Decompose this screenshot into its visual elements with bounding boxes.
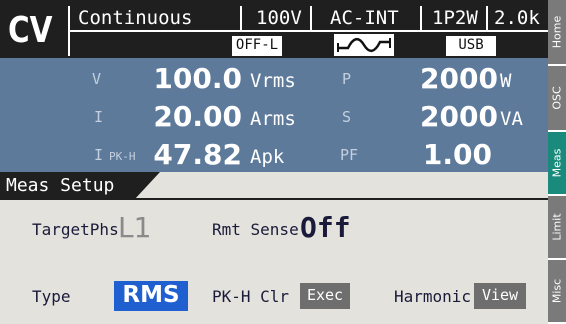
divider (68, 30, 548, 32)
interface-badge: USB (446, 36, 496, 56)
status-bar: CV Continuous 100V AC-INT 1P2W 2.0k OFF-… (0, 0, 548, 58)
unit-peak-current: Apk (250, 146, 285, 168)
target-phase-value[interactable]: L1 (118, 212, 151, 244)
unit-voltage: Vrms (250, 70, 296, 92)
label-voltage: V (92, 70, 102, 88)
tab-misc[interactable]: Misc (548, 260, 566, 324)
value-voltage: 100.0 (153, 62, 242, 95)
harmonic-label: Harmonic (394, 287, 472, 306)
signal-source: AC-INT (330, 7, 399, 29)
divider (420, 6, 422, 30)
divider (310, 6, 312, 30)
voltage-range: 100V (256, 7, 302, 29)
tab-home[interactable]: Home (548, 0, 566, 66)
instrument-screen: CV Continuous 100V AC-INT 1P2W 2.0k OFF-… (0, 0, 566, 324)
type-label: Type (32, 287, 71, 306)
value-current: 20.00 (153, 100, 242, 133)
output-state-badge: OFF-L (232, 36, 282, 56)
setup-title: Meas Setup (6, 175, 115, 196)
value-power: 2000 (420, 62, 498, 95)
type-select[interactable]: RMS (114, 281, 188, 311)
exec-button[interactable]: Exec (300, 283, 350, 309)
label-apparent-power: S (342, 108, 352, 126)
label-current: I (94, 108, 104, 126)
target-phase-label: TargetPhs (32, 220, 119, 239)
measurement-panel: V 100.0 Vrms I 20.00 Arms I PK-H 47.82 Ap… (0, 58, 548, 172)
remote-sense-label: Rmt Sense (212, 220, 299, 239)
unit-power: W (500, 70, 512, 92)
unit-current: Arms (250, 108, 296, 130)
divider (240, 6, 242, 30)
peak-clear-label: PK-H Clr (212, 287, 290, 306)
frequency-range: 2.0k (494, 7, 540, 29)
wiring-mode: 1P2W (432, 7, 478, 29)
view-button[interactable]: View (474, 283, 526, 309)
label-power: P (342, 70, 352, 88)
value-apparent-power: 2000 (420, 100, 498, 133)
setup-title-bar: Meas Setup (0, 172, 548, 200)
value-peak-current: 47.82 (153, 138, 242, 171)
mode-indicator: CV (8, 10, 53, 51)
divider (486, 6, 488, 30)
label-peak-current: I PK-H (94, 146, 136, 164)
output-mode: Continuous (78, 7, 193, 29)
remote-sense-value[interactable]: Off (300, 212, 351, 244)
unit-apparent-power: VA (500, 108, 523, 130)
tab-limit[interactable]: Limit (548, 196, 566, 260)
tab-meas[interactable]: Meas (548, 132, 566, 196)
tab-osc[interactable]: OSC (548, 66, 566, 132)
label-power-factor: PF (340, 146, 359, 164)
value-power-factor: 1.00 (422, 138, 492, 171)
sine-wave-icon (334, 34, 394, 56)
